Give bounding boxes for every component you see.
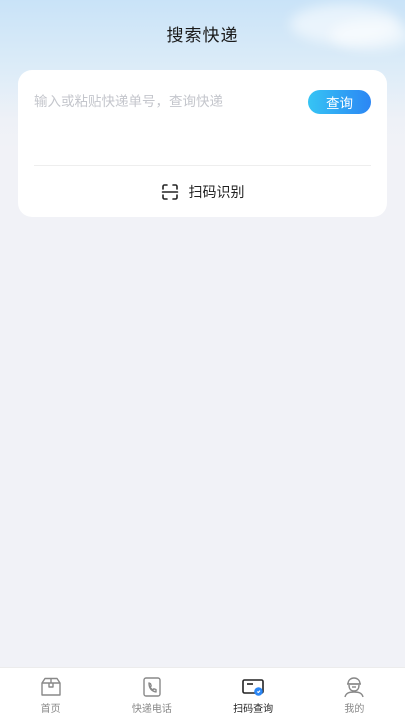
scan-icon: [161, 184, 178, 200]
tab-courier-phone[interactable]: 快递电话: [101, 668, 202, 720]
tab-scan-query[interactable]: 扫码查询: [203, 668, 304, 720]
scan-recognize-button[interactable]: 扫码识别: [18, 178, 387, 206]
tab-label: 扫码查询: [233, 704, 274, 715]
search-card: 查询 扫码识别: [18, 70, 387, 217]
box-icon: [40, 677, 61, 696]
divider: [34, 165, 371, 166]
phone-icon: [143, 677, 161, 697]
tab-label: 我的: [344, 704, 365, 715]
courier-avatar-icon: [344, 677, 365, 698]
tab-mine[interactable]: 我的: [304, 668, 405, 720]
tab-label: 首页: [40, 704, 61, 715]
tracking-number-input[interactable]: [34, 90, 294, 114]
header: 搜索快递: [0, 0, 405, 66]
tab-label: 快递电话: [131, 704, 172, 715]
query-button[interactable]: 查询: [308, 90, 371, 114]
scan-label: 扫码识别: [188, 185, 245, 201]
scan-box-icon: [242, 679, 264, 696]
bottom-tab-bar: 首页 快递电话 扫码查询 我的: [0, 667, 405, 720]
page-title: 搜索快递: [166, 25, 239, 46]
tab-home[interactable]: 首页: [0, 668, 101, 720]
